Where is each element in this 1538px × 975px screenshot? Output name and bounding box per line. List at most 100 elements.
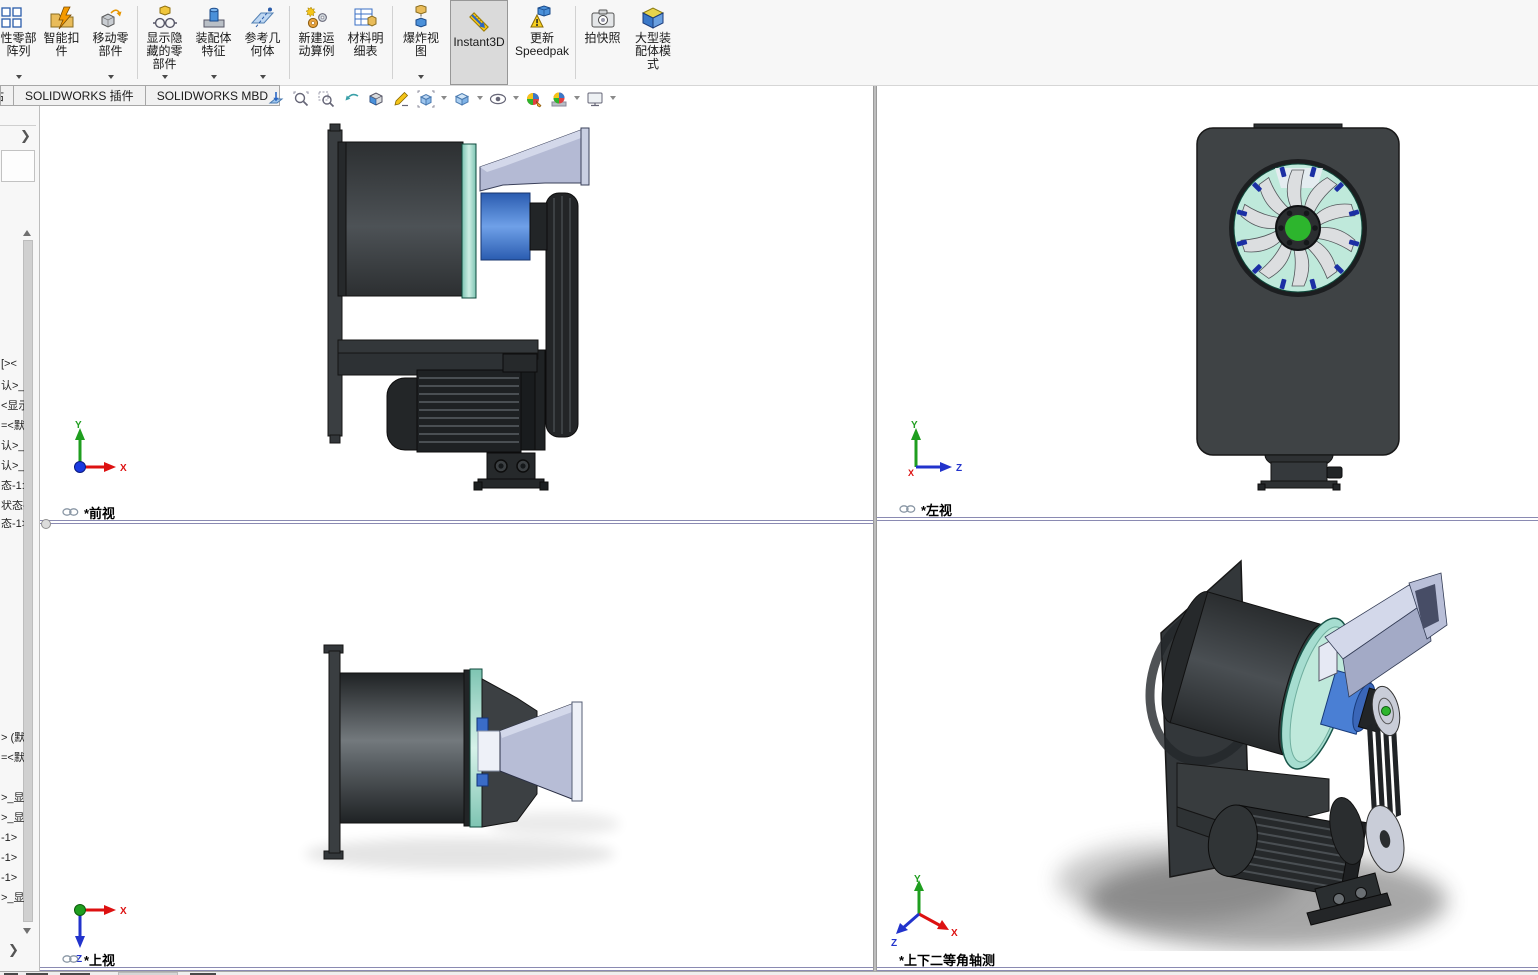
edit-appearance-icon[interactable]	[523, 88, 545, 110]
zoom-fit-icon[interactable]	[290, 88, 312, 110]
feature-tree-fragment[interactable]: [><	[1, 358, 24, 370]
feature-tree-fragment[interactable]: > (默	[1, 732, 24, 744]
feature-tree-fragment[interactable]: -1>	[1, 832, 24, 844]
dropdown-caret-icon[interactable]	[162, 75, 168, 82]
top-view-model[interactable]	[40, 524, 873, 951]
axis-label: X	[908, 468, 914, 478]
view-orientation-icon[interactable]	[415, 88, 437, 110]
dimetric-view-model[interactable]	[877, 521, 1538, 951]
feature-tree-fragment[interactable]: -1>	[1, 852, 24, 864]
feature-tree-fragment[interactable]: >_显	[1, 892, 24, 904]
toolbar-separator	[137, 6, 138, 79]
toolbar-button-linear-component-pattern[interactable]: 性零部 阵列	[0, 0, 37, 85]
feature-tree-fragment[interactable]: >_显	[1, 812, 24, 824]
normal-to-icon[interactable]	[265, 88, 287, 110]
toolbar-button-large-assembly-mode[interactable]: 大型装 配体模 式	[627, 0, 679, 85]
tab-solidworks-addins[interactable]: SOLIDWORKS 插件	[13, 85, 146, 106]
exploded-view-icon	[408, 3, 434, 32]
solidworks-window: 性零部 阵列 智能扣 件 移动零 部件 显示隐 藏的零 部件	[0, 0, 1538, 975]
assembly-features-icon	[201, 3, 227, 32]
viewport-front[interactable]: Y X *前视	[40, 86, 873, 524]
move-component-icon	[98, 3, 124, 32]
toolbar-label: 大型装 配体模 式	[635, 32, 671, 71]
expand-panel-bottom-icon[interactable]: ❯	[8, 944, 19, 956]
dropdown-caret-icon[interactable]	[418, 75, 424, 82]
tab-solidworks-mbd[interactable]: SOLIDWORKS MBD	[145, 85, 280, 106]
large-assembly-mode-icon	[640, 3, 666, 32]
tab-label: SOLIDWORKS 插件	[25, 87, 134, 104]
expand-panel-icon[interactable]: ❯	[20, 130, 31, 142]
toolbar-button-take-snapshot[interactable]: 拍快照	[578, 0, 627, 85]
toolbar-button-assembly-features[interactable]: 装配体 特征	[189, 0, 238, 85]
dropdown-caret-icon[interactable]	[108, 75, 114, 82]
toolbar-button-move-component[interactable]: 移动零 部件	[86, 0, 135, 85]
dropdown-caret-icon[interactable]	[574, 96, 580, 103]
dropdown-caret-icon[interactable]	[16, 75, 22, 82]
axis-label: X	[951, 928, 958, 939]
toolbar-label: 智能扣 件	[43, 32, 79, 58]
vertical-viewport-splitter[interactable]	[873, 86, 877, 971]
toolbar-label: 新建运 动算例	[298, 32, 334, 58]
toolbar-button-smart-fasteners[interactable]: 智能扣 件	[37, 0, 86, 85]
sidebar-box[interactable]	[1, 150, 35, 182]
feature-tree-fragment[interactable]: =<默	[1, 752, 24, 764]
feature-tree-fragment[interactable]: 认>_	[1, 440, 24, 452]
feature-tree-fragment[interactable]: =<默	[1, 420, 24, 432]
left-view-model[interactable]	[877, 86, 1538, 501]
feature-tree-fragment[interactable]: >_显	[1, 792, 24, 804]
annotation-view-icon[interactable]	[390, 88, 412, 110]
viewport-label-text: *上视	[84, 950, 115, 969]
update-speedpak-icon	[529, 3, 555, 32]
viewport-dimetric[interactable]: Y X Z *上下二等角轴测	[877, 521, 1538, 971]
linked-views-icon	[899, 504, 916, 514]
viewport-label-text: *上下二等角轴测	[899, 950, 995, 969]
scroll-down-icon[interactable]	[23, 928, 31, 938]
headsup-view-toolbar	[265, 88, 617, 110]
toolbar-button-exploded-view[interactable]: 爆炸视 图	[395, 0, 447, 85]
feature-tree-fragment[interactable]: 认>_	[1, 380, 24, 392]
toolbar-button-new-motion-study[interactable]: 新建运 动算例	[292, 0, 341, 85]
previous-view-icon[interactable]	[340, 88, 362, 110]
dropdown-caret-icon[interactable]	[513, 96, 519, 103]
viewport-left[interactable]: Y Z X *左视	[877, 86, 1538, 521]
toolbar-button-bill-of-materials[interactable]: 材料明 细表	[341, 0, 390, 85]
feature-tree-fragment[interactable]: 认>_	[1, 460, 24, 472]
toolbar-button-show-hidden-components[interactable]: 显示隐 藏的零 部件	[140, 0, 189, 85]
display-style-icon[interactable]	[451, 88, 473, 110]
toolbar-separator	[289, 6, 290, 79]
dropdown-caret-icon[interactable]	[610, 96, 616, 103]
axis-label: Y	[75, 420, 82, 431]
viewport-label-front: *前视	[40, 504, 115, 520]
scrollbar-thumb[interactable]	[23, 240, 33, 922]
toolbar-separator	[575, 6, 576, 79]
dropdown-caret-icon[interactable]	[211, 75, 217, 82]
hide-show-items-icon[interactable]	[487, 88, 509, 110]
feature-tree-fragment[interactable]: 态-1:	[1, 480, 24, 492]
front-triad: Y X	[62, 420, 132, 490]
viewport-top[interactable]: X Z *上视	[40, 524, 873, 971]
dropdown-caret-icon[interactable]	[441, 96, 447, 103]
tab-clipped[interactable]: 估	[0, 85, 14, 106]
toolbar-button-update-speedpak[interactable]: 更新 Speedpak	[511, 0, 573, 85]
toolbar-separator	[392, 6, 393, 79]
splitter-handle[interactable]	[41, 519, 51, 529]
apply-scene-icon[interactable]	[548, 88, 570, 110]
zoom-area-icon[interactable]	[315, 88, 337, 110]
feature-tree-fragment[interactable]: -1>	[1, 872, 24, 884]
toolbar-label: 参考几 何体	[244, 32, 280, 58]
bill-of-materials-icon	[353, 3, 379, 32]
front-view-model[interactable]	[40, 86, 873, 504]
feature-tree-fragment[interactable]: 状态-	[1, 500, 24, 512]
feature-tree-fragment[interactable]: <显示	[1, 400, 24, 412]
view-settings-icon[interactable]	[584, 88, 606, 110]
instant3d-icon	[466, 7, 492, 36]
dropdown-caret-icon[interactable]	[477, 96, 483, 103]
toolbar-button-reference-geometry[interactable]: 参考几 何体	[238, 0, 287, 85]
feature-tree-fragment[interactable]: 态-1>	[1, 518, 24, 530]
scroll-up-icon[interactable]	[23, 226, 31, 236]
dropdown-caret-icon[interactable]	[260, 75, 266, 82]
section-view-icon[interactable]	[365, 88, 387, 110]
toolbar-button-instant3d[interactable]: Instant3D	[450, 0, 508, 85]
axis-label: X	[120, 463, 127, 474]
linear-component-pattern-icon	[12, 3, 26, 32]
